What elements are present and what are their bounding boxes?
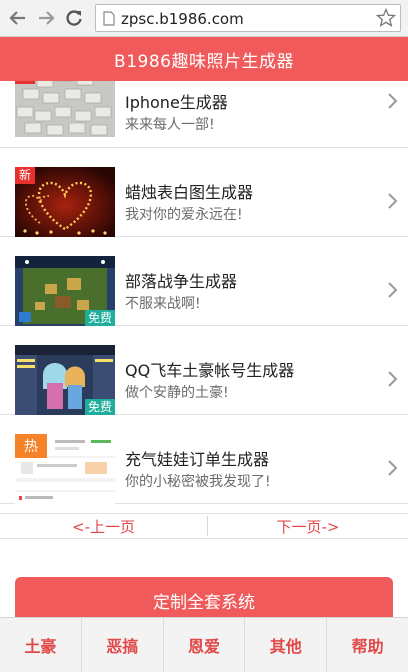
free-badge: 免费: [84, 310, 115, 326]
item-thumbnail: 免费: [15, 345, 115, 415]
item-title: 充气娃娃订单生成器: [125, 450, 270, 469]
tab-tuhao[interactable]: 土豪: [0, 618, 82, 672]
item-title: 蜡烛表白图生成器: [125, 183, 254, 202]
item-title: Iphone生成器: [125, 93, 228, 112]
pagination: <-上一页 下一页->: [0, 513, 408, 539]
item-title: QQ飞车土豪帐号生成器: [125, 361, 295, 380]
url-text: zpsc.b1986.com: [121, 10, 244, 28]
next-page-link[interactable]: 下一页->: [208, 514, 408, 538]
generator-list: 新 Iphone生成器 来来每人一部! 新 蜡烛表白图生成器 我对你的爱永远在!: [0, 81, 408, 513]
tab-bangzhu[interactable]: 帮助: [327, 618, 408, 672]
list-item[interactable]: 新 蜡烛表白图生成器 我对你的爱永远在!: [0, 148, 408, 237]
custom-system-label: 定制全套系统: [153, 592, 255, 613]
hot-badge: 热: [15, 434, 47, 458]
browser-toolbar: zpsc.b1986.com: [0, 0, 408, 37]
chevron-right-icon: [388, 371, 398, 387]
page-header: B1986趣味照片生成器: [0, 37, 408, 81]
chevron-right-icon: [388, 193, 398, 209]
item-subtitle: 做个安静的土豪!: [125, 385, 229, 401]
bottom-tab-bar: 土豪 恶搞 恩爱 其他 帮助: [0, 617, 408, 672]
free-badge: 免费: [84, 399, 115, 415]
item-thumbnail: 新: [15, 81, 115, 137]
list-item[interactable]: 热 充气娃娃订单生成器 你的小秘密被我发现了!: [0, 415, 408, 504]
item-subtitle: 你的小秘密被我发现了!: [125, 474, 271, 490]
item-subtitle: 来来每人一部!: [125, 117, 215, 133]
chevron-right-icon: [388, 282, 398, 298]
list-item[interactable]: 新 Iphone生成器 来来每人一部!: [0, 81, 408, 148]
reload-icon[interactable]: [63, 7, 85, 29]
tab-egao[interactable]: 恶搞: [82, 618, 164, 672]
list-item[interactable]: 免费 部落战争生成器 不服来战啊!: [0, 237, 408, 326]
item-thumbnail: 免费: [15, 256, 115, 326]
item-thumbnail: 新: [15, 167, 115, 237]
new-badge: 新: [15, 81, 36, 84]
prev-page-link[interactable]: <-上一页: [0, 514, 207, 538]
item-title: 部落战争生成器: [125, 272, 238, 291]
forward-arrow-icon[interactable]: [35, 7, 57, 29]
tab-qita[interactable]: 其他: [245, 618, 328, 672]
new-badge: 新: [15, 167, 36, 184]
chevron-right-icon: [388, 460, 398, 476]
list-item[interactable]: 免费 QQ飞车土豪帐号生成器 做个安静的土豪!: [0, 326, 408, 415]
chevron-right-icon: [388, 93, 398, 109]
bookmark-star-icon[interactable]: [375, 7, 397, 32]
address-bar[interactable]: zpsc.b1986.com: [95, 4, 401, 32]
item-subtitle: 我对你的爱永远在!: [125, 207, 243, 223]
page-title: B1986趣味照片生成器: [114, 51, 294, 72]
item-subtitle: 不服来战啊!: [125, 296, 201, 312]
item-thumbnail: 热: [15, 434, 115, 504]
back-arrow-icon[interactable]: [7, 7, 29, 29]
page-icon: [103, 11, 115, 30]
tab-enai[interactable]: 恩爱: [164, 618, 246, 672]
